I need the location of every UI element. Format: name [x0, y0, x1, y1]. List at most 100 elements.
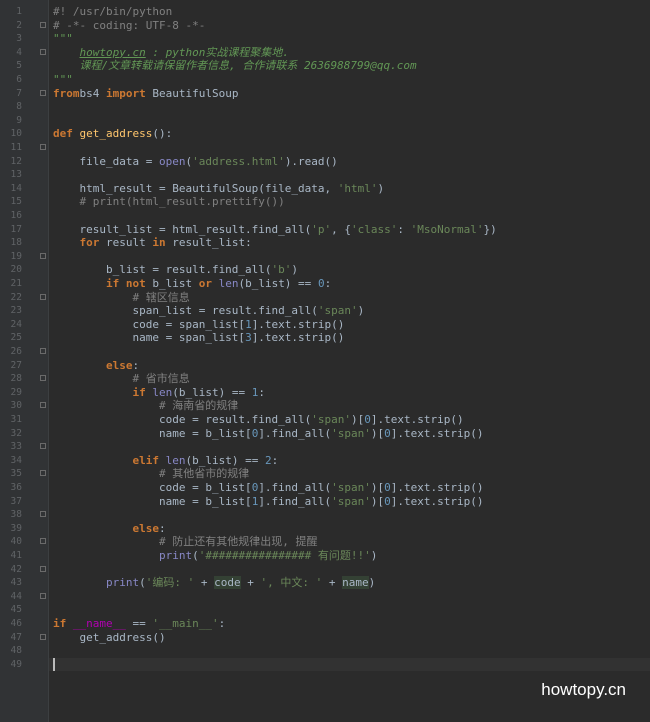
code-line[interactable]: 7 frombs4 import BeautifulSoup: [16, 86, 650, 101]
code-line[interactable]: 8: [16, 100, 650, 114]
code-line[interactable]: 42: [11, 563, 650, 577]
code-text: # 其他省市的规律: [53, 467, 249, 481]
code-line[interactable]: 48: [11, 644, 650, 658]
code-line[interactable]: 43 print('编码: ' + code + ', 中文: ' + name…: [11, 576, 650, 590]
code-token: 3: [245, 331, 252, 345]
code-token: 0: [384, 426, 391, 440]
code-token: result: [105, 236, 153, 250]
code-line[interactable]: 27 else:: [11, 358, 650, 373]
code-line[interactable]: 46 if __name__ == '__main__':: [11, 617, 650, 631]
code-line[interactable]: 39 else:: [11, 521, 650, 536]
code-line[interactable]: 14 html_result = BeautifulSoup(file_data…: [11, 181, 650, 196]
code-token: #! /usr/bin/python: [53, 5, 173, 18]
code-line[interactable]: 29 if len(b_list) == 1:: [11, 386, 650, 400]
fold-marker-icon[interactable]: [40, 48, 46, 55]
line-number: 44: [10, 590, 22, 602]
code-line[interactable]: 20 b_list = result.find_all('b'): [11, 263, 650, 277]
code-line[interactable]: 23 span_list = result.find_all('span'): [11, 304, 650, 318]
code-token: get_address(): [53, 630, 166, 644]
code-line[interactable]: 34 elif len(b_list) == 2:: [11, 454, 650, 468]
code-token: )[: [351, 413, 365, 426]
code-line[interactable]: 18 for result in result_list:: [11, 236, 650, 250]
fold-marker-icon[interactable]: [40, 375, 46, 382]
code-token: ): [377, 181, 385, 195]
code-line[interactable]: 31 code = result.find_all('span')[0].tex…: [11, 413, 650, 427]
code-line[interactable]: 22 # 辖区信息: [11, 291, 650, 305]
fold-marker-icon[interactable]: [40, 293, 46, 300]
code-line[interactable]: 36 code = b_list[0].find_all('span')[0].…: [11, 481, 650, 495]
code-text: name = b_list[0].find_all('span')[0].tex…: [53, 427, 484, 441]
code-token: else: [53, 521, 159, 535]
code-line[interactable]: 45: [11, 603, 650, 617]
code-token: :: [218, 617, 226, 630]
fold-marker-icon[interactable]: [40, 592, 46, 599]
code-token: ():: [152, 127, 173, 141]
code-line[interactable]: 49: [11, 657, 650, 672]
code-token: :: [132, 358, 140, 372]
code-line[interactable]: 17 result_list = html_result.find_all('p…: [11, 223, 650, 237]
code-editor[interactable]: 1 #! /usr/bin/python 2 # -*- coding: UTF-8 …: [0, 0, 650, 722]
code-token: code = result.find_all(: [53, 413, 312, 426]
code-line[interactable]: 44: [11, 590, 650, 604]
code-token: 'span': [317, 304, 358, 318]
fold-marker-icon[interactable]: [40, 633, 46, 640]
code-line[interactable]: 2 # -*- coding: UTF-8 -*-: [16, 19, 650, 33]
code-line[interactable]: 47 get_address(): [11, 630, 650, 645]
line-number: 27: [10, 359, 22, 371]
line-number: 23: [10, 305, 22, 317]
fold-marker-icon[interactable]: [40, 89, 46, 96]
code-token: : python实战课程聚集地.: [145, 45, 289, 59]
code-line[interactable]: 32 name = b_list[0].find_all('span')[0].…: [11, 427, 650, 441]
code-line[interactable]: 28 # 省市信息: [11, 372, 650, 386]
code-line[interactable]: 40 # 防止还有其他规律出现, 提醒: [11, 535, 650, 549]
code-line[interactable]: 24 code = span_list[1].text.strip(): [11, 318, 650, 332]
fold-marker-icon[interactable]: [40, 144, 46, 150]
line-number: 25: [10, 332, 22, 344]
code-token: import: [106, 86, 146, 100]
code-line[interactable]: 25 name = span_list[3].text.strip(): [11, 331, 650, 345]
code-line[interactable]: 12 file_data = open('address.html').read…: [11, 155, 650, 169]
code-line[interactable]: 3 """: [16, 32, 650, 46]
fold-marker-icon[interactable]: [40, 511, 46, 518]
code-line[interactable]: 15 # print(html_result.prettify()): [11, 195, 650, 209]
code-area[interactable]: 1 #! /usr/bin/python 2 # -*- coding: UTF-8 …: [11, 0, 650, 722]
watermark: howtopy.cn: [541, 680, 626, 699]
code-token: in: [152, 236, 173, 250]
code-text: code = result.find_all('span')[0].text.s…: [53, 413, 464, 427]
fold-marker-icon[interactable]: [40, 443, 46, 450]
code-token: # 其他省市的规律: [53, 467, 250, 481]
line-number: 17: [10, 223, 22, 235]
code-line[interactable]: 26: [11, 345, 650, 359]
code-line[interactable]: 10 def get_address():: [11, 127, 650, 141]
fold-marker-icon[interactable]: [40, 565, 46, 572]
code-line[interactable]: 19: [11, 250, 650, 264]
code-token: ].text.strip(): [390, 481, 484, 494]
code-line[interactable]: 5 课程/文章转载请保留作者信息, 合作请联系 2636988799@qq.co…: [16, 59, 650, 73]
code-line[interactable]: 33: [11, 440, 650, 454]
fold-marker-icon[interactable]: [40, 348, 46, 354]
code-line[interactable]: 11: [11, 141, 650, 155]
code-line[interactable]: 41 print('################ 有问题!!'): [11, 549, 650, 563]
code-token: howtopy.cn: [79, 45, 146, 59]
code-line[interactable]: 13: [11, 168, 650, 182]
code-token: ].find_all(: [258, 481, 332, 494]
fold-marker-icon[interactable]: [40, 252, 46, 259]
line-number: 41: [10, 550, 22, 561]
code-line[interactable]: 6 """: [16, 73, 650, 87]
code-line[interactable]: 21 if not b_list or len(b_list) == 0:: [11, 277, 650, 291]
fold-marker-icon[interactable]: [40, 538, 46, 545]
code-token: ].text.strip(): [390, 494, 484, 508]
code-line[interactable]: 35 # 其他省市的规律: [11, 467, 650, 481]
fold-marker-icon[interactable]: [40, 402, 46, 409]
code-line[interactable]: 4 howtopy.cn : python实战课程聚集地.: [16, 45, 650, 60]
fold-marker-icon[interactable]: [40, 470, 46, 477]
code-line[interactable]: 16: [11, 209, 650, 223]
code-line[interactable]: 38: [11, 508, 650, 522]
code-line[interactable]: 30 # 海南省的规律: [11, 399, 650, 413]
code-line[interactable]: 1 #! /usr/bin/python: [16, 5, 650, 19]
fold-marker-icon[interactable]: [40, 21, 46, 28]
code-line[interactable]: 9: [16, 114, 650, 128]
code-line[interactable]: 37 name = b_list[1].find_all('span')[0].…: [11, 494, 650, 509]
code-token: 0: [384, 481, 391, 494]
